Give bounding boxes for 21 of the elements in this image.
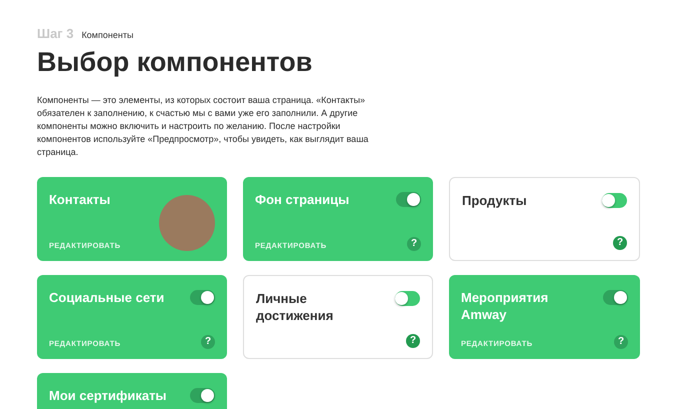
card-title: Мероприятия Amway [461, 288, 550, 323]
toggle-switch[interactable] [603, 290, 628, 305]
help-icon[interactable]: ? [407, 236, 421, 251]
section-label: Компоненты [82, 29, 134, 42]
card-title: Социальные сети [49, 288, 164, 306]
toggle-switch[interactable] [395, 290, 420, 306]
card-title: Мои сертификаты [49, 386, 167, 404]
toggle-switch[interactable] [190, 388, 215, 403]
toggle-switch[interactable] [396, 192, 421, 207]
help-icon[interactable]: ? [614, 334, 628, 349]
card-title: Продукты [462, 192, 527, 209]
help-icon[interactable]: ? [406, 334, 420, 348]
card-title: Фон страницы [255, 190, 350, 208]
help-icon[interactable]: ? [613, 236, 627, 250]
card-title: Контакты [49, 190, 110, 208]
toggle-switch[interactable] [602, 192, 627, 208]
description-text: Компоненты — это элементы, из которых состоит ваша страница. «Контакты» обязателен к заполнению, к счастью мы с вами уже его заполнили. А другие компоненты можно включить и настроить по желанию. После настройки компонентов используйте «Предпросмотр», чтобы увидеть, как выглядит ваша страница. [37, 94, 370, 159]
page-title: Выбор компонентов [37, 46, 314, 78]
toggle-switch[interactable] [190, 290, 215, 305]
help-icon[interactable]: ? [201, 334, 215, 349]
card-title: Личные достижения [256, 290, 334, 324]
